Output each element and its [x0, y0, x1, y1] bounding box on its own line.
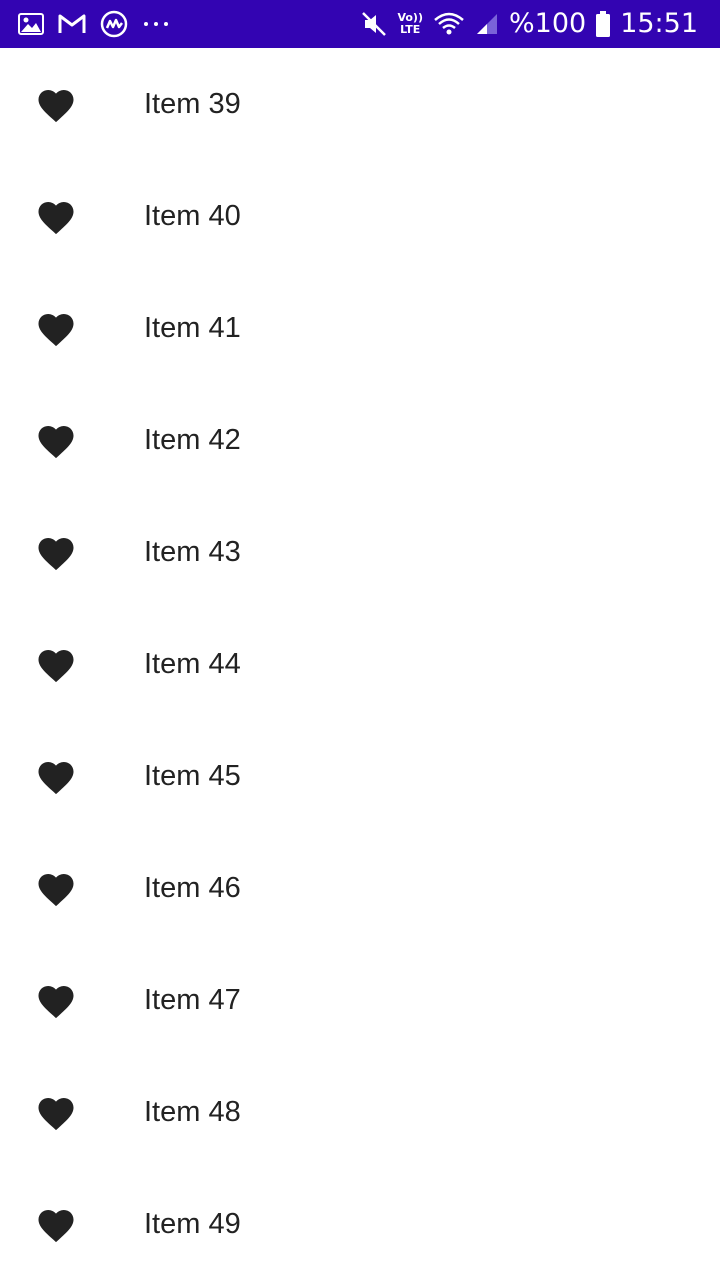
heart-icon — [35, 868, 77, 908]
gmail-icon — [58, 13, 86, 35]
volte-icon: Vo)) LTE — [397, 11, 423, 36]
list-item[interactable]: Item 40 — [0, 160, 720, 272]
coinmarket-icon — [100, 10, 128, 38]
battery-percentage: %100 — [508, 8, 587, 39]
clock: 15:51 — [620, 8, 698, 39]
mute-icon — [361, 11, 387, 37]
list-item[interactable]: Item 45 — [0, 720, 720, 832]
list-item[interactable]: Item 43 — [0, 496, 720, 608]
list-item[interactable]: Item 47 — [0, 944, 720, 1056]
item-list: Item 39 Item 40 Item 41 Item 42 Item 43 … — [0, 48, 720, 1280]
list-item-label: Item 47 — [144, 984, 241, 1016]
list-item[interactable]: Item 41 — [0, 272, 720, 384]
heart-icon — [35, 980, 77, 1020]
list-item[interactable]: Item 42 — [0, 384, 720, 496]
notification-icons — [18, 0, 170, 48]
list-item[interactable]: Item 48 — [0, 1056, 720, 1168]
list-item-label: Item 42 — [144, 424, 241, 456]
list-item[interactable]: Item 44 — [0, 608, 720, 720]
list-item[interactable]: Item 49 — [0, 1168, 720, 1280]
list-item-label: Item 49 — [144, 1208, 241, 1240]
list-item[interactable]: Item 46 — [0, 832, 720, 944]
heart-icon — [35, 532, 77, 572]
heart-icon — [35, 1092, 77, 1132]
heart-icon — [35, 196, 77, 236]
list-item-label: Item 45 — [144, 760, 241, 792]
signal-icon — [475, 12, 499, 36]
heart-icon — [35, 644, 77, 684]
heart-icon — [35, 420, 77, 460]
heart-icon — [35, 308, 77, 348]
gallery-icon — [18, 13, 44, 35]
status-bar: Vo)) LTE %100 15:51 — [0, 0, 720, 48]
heart-icon — [35, 1204, 77, 1244]
heart-icon — [35, 84, 77, 124]
list-item-label: Item 40 — [144, 200, 241, 232]
more-notifications-icon — [142, 20, 170, 28]
battery-icon — [596, 11, 611, 37]
list-item-label: Item 39 — [144, 88, 241, 120]
list-item-label: Item 44 — [144, 648, 241, 680]
list-item-label: Item 48 — [144, 1096, 241, 1128]
list-item[interactable]: Item 39 — [0, 48, 720, 160]
list-item-label: Item 46 — [144, 872, 241, 904]
system-icons: Vo)) LTE %100 15:51 — [361, 0, 698, 48]
list-item-label: Item 41 — [144, 312, 241, 344]
heart-icon — [35, 756, 77, 796]
list-item-label: Item 43 — [144, 536, 241, 568]
wifi-icon — [433, 11, 465, 37]
